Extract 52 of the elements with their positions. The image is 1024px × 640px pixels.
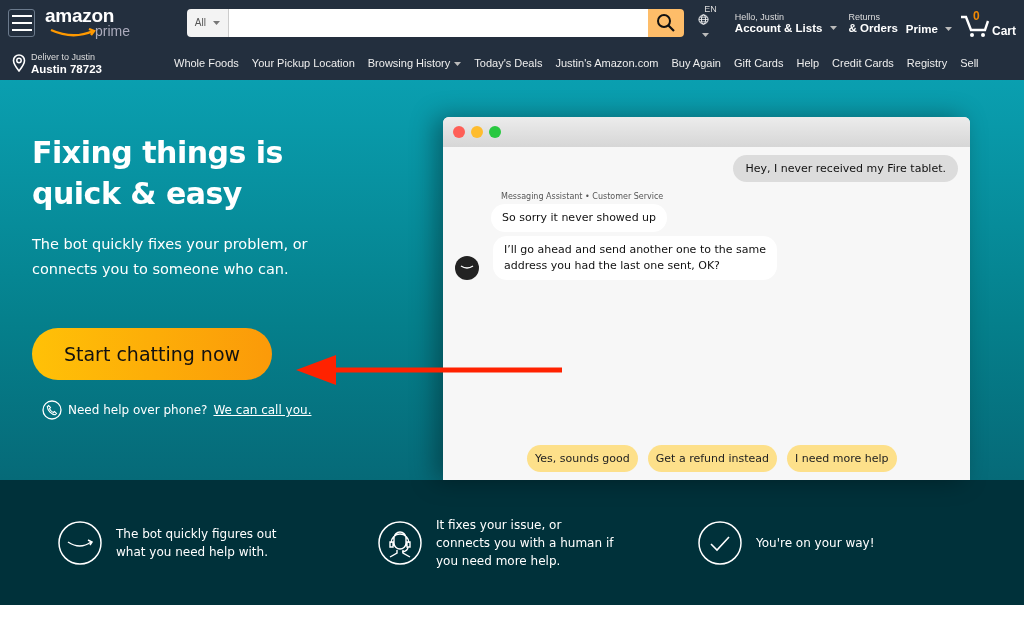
- hero-title: Fixing things is quick & easy: [32, 134, 284, 213]
- delivery-location[interactable]: Deliver to Justin Austin 78723: [12, 50, 162, 75]
- quick-reply-button[interactable]: Yes, sounds good: [527, 445, 638, 472]
- account-menu[interactable]: Hello, Justin Account & Lists: [734, 11, 837, 34]
- category-dropdown[interactable]: All: [186, 8, 229, 37]
- phone-icon: [42, 400, 62, 420]
- caret-icon: [945, 27, 952, 32]
- caret-icon: [702, 33, 710, 37]
- step-text: It fixes your issue, or connects you with a human if you need more help.: [436, 516, 615, 570]
- caret-icon: [212, 21, 220, 26]
- check-icon: [698, 520, 742, 565]
- search-field[interactable]: [228, 8, 649, 37]
- nav-link[interactable]: Sell: [960, 56, 979, 69]
- nav-link[interactable]: Browsing History: [367, 56, 462, 69]
- nav-link[interactable]: Help: [796, 56, 820, 69]
- nav-link[interactable]: Justin's Amazon.com: [555, 56, 659, 69]
- quick-reply-button[interactable]: I need more help: [787, 445, 897, 472]
- phone-help-text: Need help over phone?: [68, 403, 208, 417]
- prime-menu[interactable]: Prime: [905, 10, 952, 35]
- caret-icon: [454, 61, 462, 66]
- nav-link[interactable]: Registry: [906, 56, 948, 69]
- orders-link[interactable]: Returns & Orders: [848, 11, 898, 34]
- nav-link[interactable]: Today's Deals: [474, 56, 543, 69]
- search-icon: [656, 12, 677, 33]
- quick-reply-button[interactable]: Get a refund instead: [647, 445, 778, 472]
- start-chat-button[interactable]: Start chatting now: [32, 328, 272, 380]
- cart-button[interactable]: 0 Cart: [960, 7, 1016, 38]
- location-pin-icon: [12, 53, 26, 72]
- step-text: You're on your way!: [756, 534, 876, 552]
- nav-link[interactable]: Buy Again: [671, 56, 721, 69]
- nav-link[interactable]: Your Pickup Location: [251, 56, 355, 69]
- nav-link[interactable]: Whole Foods: [174, 56, 239, 69]
- hero-subtitle: The bot quickly fixes your problem, or connects you to someone who can.: [32, 235, 309, 279]
- menu-icon: [10, 13, 33, 32]
- nav-link[interactable]: Gift Cards: [733, 56, 784, 69]
- nav-link[interactable]: Credit Cards: [832, 56, 894, 69]
- step-text: The bot quickly figures out what you need help with.: [116, 525, 278, 561]
- cart-icon: [960, 13, 990, 38]
- caret-icon: [829, 26, 837, 31]
- globe-icon: [698, 14, 710, 25]
- search-button[interactable]: [648, 8, 685, 37]
- sender-label: Messaging Assistant • Customer Service: [501, 192, 665, 201]
- call-back-link[interactable]: We can call you.: [213, 403, 312, 417]
- bot-message: So sorry it never showed up: [491, 204, 668, 232]
- bot-message: I’ll go ahead and send another one to the same address you had the last one sent, OK?: [493, 236, 777, 280]
- language-selector[interactable]: EN: [698, 4, 723, 41]
- smile-logo-icon: [58, 520, 102, 565]
- user-message: Hey, I never received my Fire tablet.: [733, 155, 958, 182]
- bot-avatar: [455, 256, 479, 280]
- menu-button[interactable]: [8, 8, 36, 37]
- store-logo[interactable]: amazon prime: [43, 2, 159, 43]
- headset-person-icon: [378, 520, 422, 565]
